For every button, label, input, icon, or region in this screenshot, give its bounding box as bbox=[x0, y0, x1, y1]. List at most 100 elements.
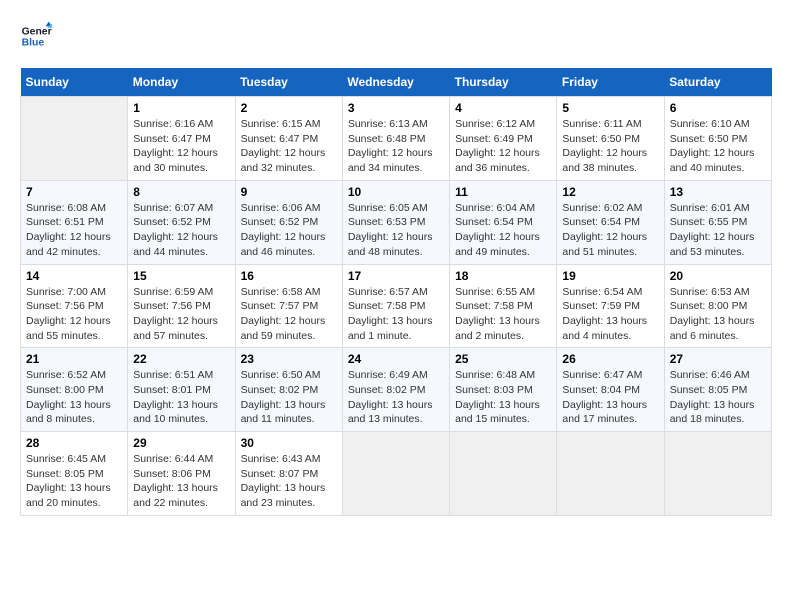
day-info: Sunrise: 6:02 AMSunset: 6:54 PMDaylight:… bbox=[562, 201, 658, 260]
calendar-cell: 9 Sunrise: 6:06 AMSunset: 6:52 PMDaylight… bbox=[235, 180, 342, 264]
calendar-cell: 4 Sunrise: 6:12 AMSunset: 6:49 PMDaylight… bbox=[450, 97, 557, 181]
logo-icon: General Blue bbox=[20, 20, 52, 52]
weekday-header: Sunday bbox=[21, 68, 128, 97]
svg-text:General: General bbox=[22, 26, 52, 37]
day-number: 13 bbox=[670, 185, 766, 199]
day-info: Sunrise: 6:43 AMSunset: 8:07 PMDaylight:… bbox=[241, 452, 337, 511]
calendar-cell bbox=[450, 432, 557, 516]
day-info: Sunrise: 6:50 AMSunset: 8:02 PMDaylight:… bbox=[241, 368, 337, 427]
weekday-header-row: SundayMondayTuesdayWednesdayThursdayFrid… bbox=[21, 68, 772, 97]
calendar-cell: 14 Sunrise: 7:00 AMSunset: 7:56 PMDayligh… bbox=[21, 264, 128, 348]
calendar-week-row: 14 Sunrise: 7:00 AMSunset: 7:56 PMDayligh… bbox=[21, 264, 772, 348]
day-info: Sunrise: 6:13 AMSunset: 6:48 PMDaylight:… bbox=[348, 117, 444, 176]
calendar-cell: 26Sunrise: 6:47 AMSunset: 8:04 PMDayligh… bbox=[557, 348, 664, 432]
svg-text:Blue: Blue bbox=[22, 38, 45, 49]
day-number: 20 bbox=[670, 269, 766, 283]
day-info: Sunrise: 6:59 AMSunset: 7:56 PMDaylight:… bbox=[133, 285, 229, 344]
day-number: 2 bbox=[241, 101, 337, 115]
day-number: 8 bbox=[133, 185, 229, 199]
day-number: 17 bbox=[348, 269, 444, 283]
weekday-header: Monday bbox=[128, 68, 235, 97]
calendar-cell: 6 Sunrise: 6:10 AMSunset: 6:50 PMDaylight… bbox=[664, 97, 771, 181]
day-info: Sunrise: 6:11 AMSunset: 6:50 PMDaylight:… bbox=[562, 117, 658, 176]
calendar-cell: 21Sunrise: 6:52 AMSunset: 8:00 PMDayligh… bbox=[21, 348, 128, 432]
calendar-cell: 22 Sunrise: 6:51 AMSunset: 8:01 PMDayligh… bbox=[128, 348, 235, 432]
day-number: 6 bbox=[670, 101, 766, 115]
day-info: Sunrise: 6:06 AMSunset: 6:52 PMDaylight:… bbox=[241, 201, 337, 260]
day-number: 12 bbox=[562, 185, 658, 199]
weekday-header: Friday bbox=[557, 68, 664, 97]
day-number: 25 bbox=[455, 352, 551, 366]
day-info: Sunrise: 6:44 AMSunset: 8:06 PMDaylight:… bbox=[133, 452, 229, 511]
calendar-cell: 8 Sunrise: 6:07 AMSunset: 6:52 PMDaylight… bbox=[128, 180, 235, 264]
weekday-header: Thursday bbox=[450, 68, 557, 97]
weekday-header: Tuesday bbox=[235, 68, 342, 97]
calendar-cell: 18 Sunrise: 6:55 AMSunset: 7:58 PMDayligh… bbox=[450, 264, 557, 348]
logo: General Blue bbox=[20, 20, 52, 52]
calendar-cell: 25Sunrise: 6:48 AMSunset: 8:03 PMDayligh… bbox=[450, 348, 557, 432]
day-info: Sunrise: 6:15 AMSunset: 6:47 PMDaylight:… bbox=[241, 117, 337, 176]
day-number: 16 bbox=[241, 269, 337, 283]
weekday-header: Wednesday bbox=[342, 68, 449, 97]
calendar-week-row: 1Sunrise: 6:16 AMSunset: 6:47 PMDaylight… bbox=[21, 97, 772, 181]
calendar-cell: 1Sunrise: 6:16 AMSunset: 6:47 PMDaylight… bbox=[128, 97, 235, 181]
day-info: Sunrise: 6:16 AMSunset: 6:47 PMDaylight:… bbox=[133, 117, 229, 176]
day-number: 19 bbox=[562, 269, 658, 283]
page-header: General Blue bbox=[20, 20, 772, 52]
calendar-cell: 24 Sunrise: 6:49 AMSunset: 8:02 PMDayligh… bbox=[342, 348, 449, 432]
calendar-cell: 17Sunrise: 6:57 AMSunset: 7:58 PMDayligh… bbox=[342, 264, 449, 348]
calendar-cell: 30 Sunrise: 6:43 AMSunset: 8:07 PMDayligh… bbox=[235, 432, 342, 516]
day-number: 11 bbox=[455, 185, 551, 199]
day-number: 7 bbox=[26, 185, 122, 199]
calendar-cell: 28Sunrise: 6:45 AMSunset: 8:05 PMDayligh… bbox=[21, 432, 128, 516]
calendar-cell bbox=[21, 97, 128, 181]
day-number: 5 bbox=[562, 101, 658, 115]
calendar-cell: 15 Sunrise: 6:59 AMSunset: 7:56 PMDayligh… bbox=[128, 264, 235, 348]
day-info: Sunrise: 6:10 AMSunset: 6:50 PMDaylight:… bbox=[670, 117, 766, 176]
day-info: Sunrise: 6:47 AMSunset: 8:04 PMDaylight:… bbox=[562, 368, 658, 427]
day-number: 4 bbox=[455, 101, 551, 115]
calendar-cell bbox=[664, 432, 771, 516]
calendar-cell: 5 Sunrise: 6:11 AMSunset: 6:50 PMDaylight… bbox=[557, 97, 664, 181]
calendar-week-row: 28Sunrise: 6:45 AMSunset: 8:05 PMDayligh… bbox=[21, 432, 772, 516]
day-info: Sunrise: 6:54 AMSunset: 7:59 PMDaylight:… bbox=[562, 285, 658, 344]
calendar-cell: 20 Sunrise: 6:53 AMSunset: 8:00 PMDayligh… bbox=[664, 264, 771, 348]
calendar-cell: 3Sunrise: 6:13 AMSunset: 6:48 PMDaylight… bbox=[342, 97, 449, 181]
day-info: Sunrise: 6:53 AMSunset: 8:00 PMDaylight:… bbox=[670, 285, 766, 344]
day-info: Sunrise: 6:12 AMSunset: 6:49 PMDaylight:… bbox=[455, 117, 551, 176]
calendar-cell bbox=[557, 432, 664, 516]
calendar-cell: 13 Sunrise: 6:01 AMSunset: 6:55 PMDayligh… bbox=[664, 180, 771, 264]
day-number: 27 bbox=[670, 352, 766, 366]
calendar-cell: 7Sunrise: 6:08 AMSunset: 6:51 PMDaylight… bbox=[21, 180, 128, 264]
calendar-cell: 19 Sunrise: 6:54 AMSunset: 7:59 PMDayligh… bbox=[557, 264, 664, 348]
calendar-week-row: 21Sunrise: 6:52 AMSunset: 8:00 PMDayligh… bbox=[21, 348, 772, 432]
day-number: 14 bbox=[26, 269, 122, 283]
calendar-cell: 16 Sunrise: 6:58 AMSunset: 7:57 PMDayligh… bbox=[235, 264, 342, 348]
calendar-cell: 23 Sunrise: 6:50 AMSunset: 8:02 PMDayligh… bbox=[235, 348, 342, 432]
day-info: Sunrise: 6:55 AMSunset: 7:58 PMDaylight:… bbox=[455, 285, 551, 344]
day-number: 23 bbox=[241, 352, 337, 366]
day-info: Sunrise: 6:01 AMSunset: 6:55 PMDaylight:… bbox=[670, 201, 766, 260]
calendar-cell: 27Sunrise: 6:46 AMSunset: 8:05 PMDayligh… bbox=[664, 348, 771, 432]
day-info: Sunrise: 6:05 AMSunset: 6:53 PMDaylight:… bbox=[348, 201, 444, 260]
day-info: Sunrise: 6:04 AMSunset: 6:54 PMDaylight:… bbox=[455, 201, 551, 260]
day-number: 28 bbox=[26, 436, 122, 450]
day-number: 21 bbox=[26, 352, 122, 366]
day-info: Sunrise: 6:58 AMSunset: 7:57 PMDaylight:… bbox=[241, 285, 337, 344]
day-info: Sunrise: 6:49 AMSunset: 8:02 PMDaylight:… bbox=[348, 368, 444, 427]
day-info: Sunrise: 7:00 AMSunset: 7:56 PMDaylight:… bbox=[26, 285, 122, 344]
day-number: 22 bbox=[133, 352, 229, 366]
day-number: 30 bbox=[241, 436, 337, 450]
calendar-cell: 29Sunrise: 6:44 AMSunset: 8:06 PMDayligh… bbox=[128, 432, 235, 516]
day-info: Sunrise: 6:07 AMSunset: 6:52 PMDaylight:… bbox=[133, 201, 229, 260]
weekday-header: Saturday bbox=[664, 68, 771, 97]
calendar-cell: 12 Sunrise: 6:02 AMSunset: 6:54 PMDayligh… bbox=[557, 180, 664, 264]
calendar-cell bbox=[342, 432, 449, 516]
day-info: Sunrise: 6:51 AMSunset: 8:01 PMDaylight:… bbox=[133, 368, 229, 427]
day-number: 10 bbox=[348, 185, 444, 199]
day-number: 18 bbox=[455, 269, 551, 283]
day-number: 9 bbox=[241, 185, 337, 199]
calendar-cell: 2 Sunrise: 6:15 AMSunset: 6:47 PMDaylight… bbox=[235, 97, 342, 181]
day-number: 15 bbox=[133, 269, 229, 283]
day-number: 24 bbox=[348, 352, 444, 366]
